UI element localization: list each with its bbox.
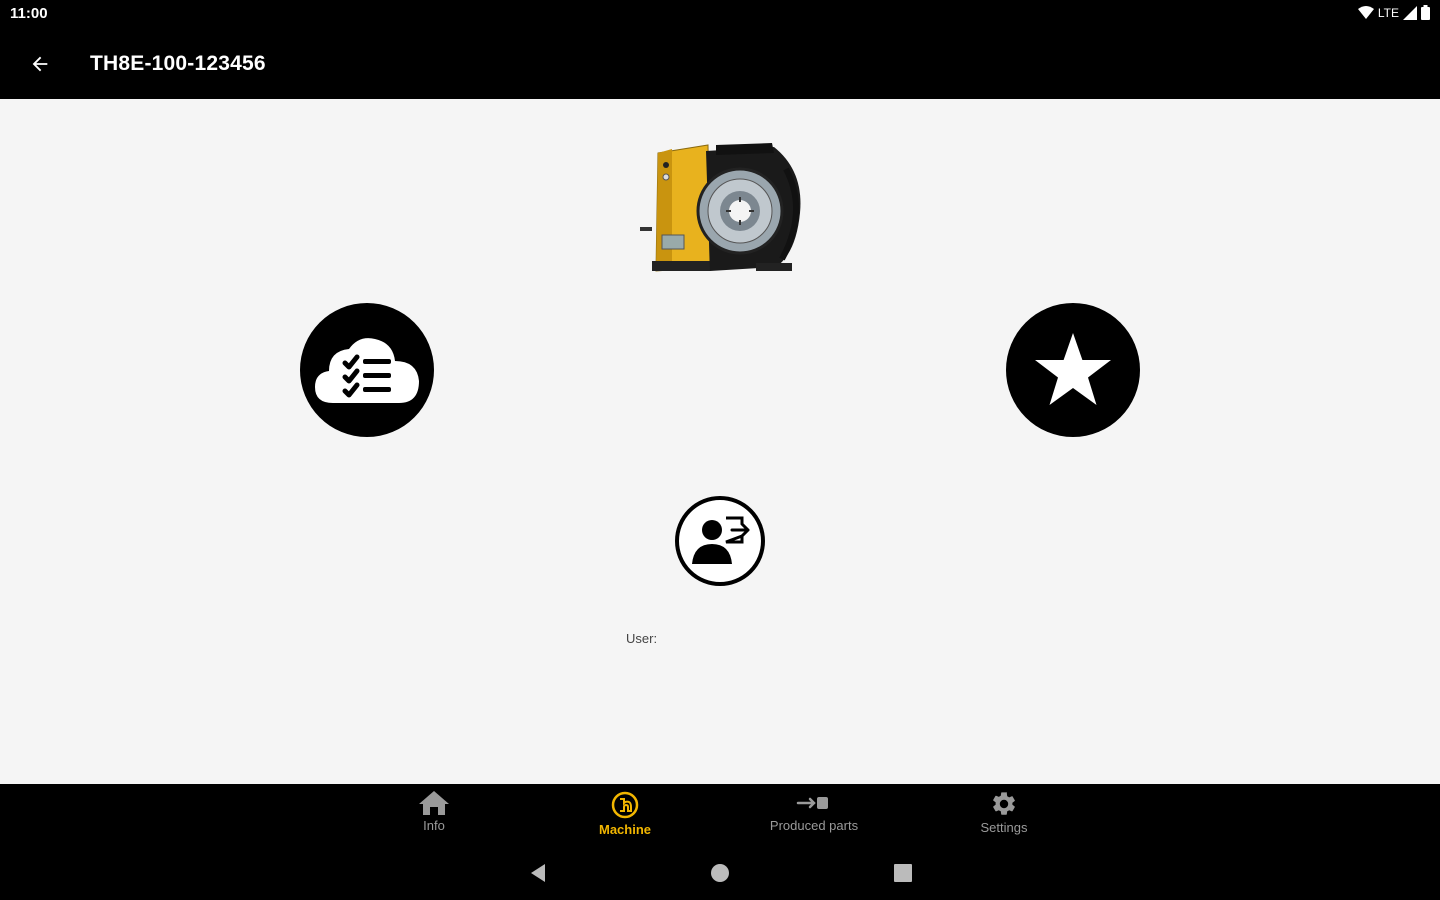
battery-icon bbox=[1421, 5, 1430, 20]
system-recents-button[interactable] bbox=[890, 860, 916, 886]
page-title: TH8E-100-123456 bbox=[90, 52, 266, 75]
status-bar: 11:00 LTE bbox=[0, 0, 1440, 28]
status-icons: LTE bbox=[1357, 5, 1430, 20]
nav-label-settings: Settings bbox=[980, 820, 1028, 835]
nav-label-produced-parts: Produced parts bbox=[769, 818, 859, 833]
circle-home-icon bbox=[711, 864, 729, 882]
produced-parts-icon bbox=[796, 797, 828, 809]
nav-item-settings[interactable]: Settings bbox=[924, 784, 1084, 846]
user-logout-icon bbox=[692, 516, 750, 564]
cloud-checklist-icon bbox=[315, 338, 419, 403]
nav-item-machine[interactable]: Machine bbox=[545, 784, 705, 846]
status-time: 11:00 bbox=[10, 5, 48, 22]
user-logout-button[interactable] bbox=[675, 496, 765, 586]
machine-icon bbox=[611, 791, 639, 819]
system-navigation-bar bbox=[0, 846, 1440, 900]
arrow-back-icon bbox=[32, 56, 48, 72]
favorite-button[interactable] bbox=[1006, 303, 1140, 437]
machine-image bbox=[640, 143, 801, 272]
system-back-button[interactable] bbox=[525, 860, 551, 886]
system-home-button[interactable] bbox=[707, 860, 733, 886]
home-icon bbox=[419, 791, 449, 815]
cloud-checklist-button[interactable] bbox=[300, 303, 434, 437]
bottom-navigation: Info Machine Produced parts Settings bbox=[0, 784, 1440, 846]
square-recents-icon bbox=[894, 864, 912, 882]
user-label: User: bbox=[626, 631, 658, 646]
nav-label-machine: Machine bbox=[598, 822, 651, 837]
network-label: LTE bbox=[1377, 5, 1399, 20]
app-bar: TH8E-100-123456 bbox=[0, 28, 1440, 99]
nav-item-produced-parts[interactable]: Produced parts bbox=[734, 784, 894, 846]
star-icon bbox=[1035, 333, 1111, 405]
gear-icon bbox=[993, 792, 1015, 815]
signal-icon bbox=[1403, 5, 1417, 20]
triangle-back-icon bbox=[531, 864, 545, 882]
wifi-icon bbox=[1357, 5, 1374, 19]
main-content: User: bbox=[0, 99, 1440, 784]
nav-item-info[interactable]: Info bbox=[354, 784, 514, 846]
back-button[interactable] bbox=[22, 46, 58, 82]
nav-label-info: Info bbox=[423, 818, 445, 833]
